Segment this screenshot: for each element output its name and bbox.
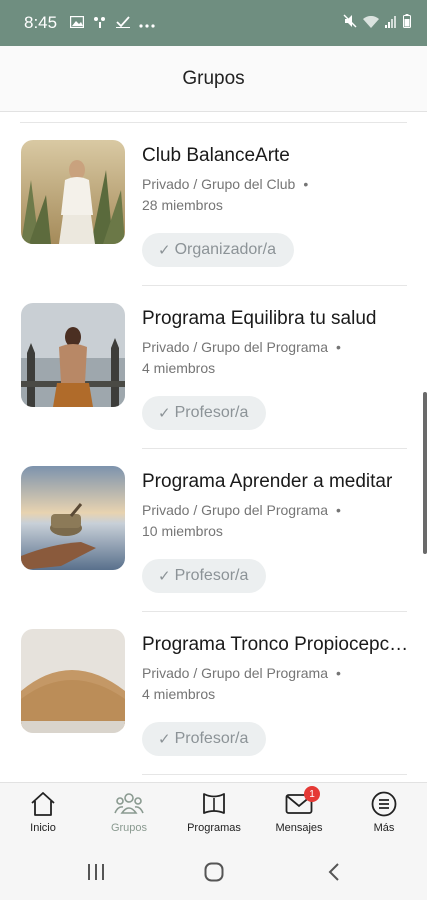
group-name[interactable]: Club BalanceArte (142, 145, 410, 167)
group-item[interactable]: Programa Tronco Propiocepción Privado / … (0, 612, 427, 775)
group-image (21, 629, 125, 733)
role-badge: ✓ Profesor/a (142, 559, 267, 593)
meta-separator: • (335, 339, 341, 355)
role-label: Profesor/a (174, 730, 249, 747)
group-privacy: Privado / Grupo del Programa (142, 665, 328, 681)
group-list[interactable]: Club BalanceArte Privado / Grupo del Clu… (0, 112, 427, 782)
network-icon (93, 13, 107, 33)
nav-label: Programas (187, 822, 241, 834)
group-privacy: Privado / Grupo del Programa (142, 339, 328, 355)
nav-label: Grupos (110, 822, 148, 834)
role-label: Profesor/a (174, 404, 249, 421)
group-meta: Privado / Grupo del Club • (142, 176, 308, 192)
more-icon (139, 13, 155, 33)
mail-icon: 1 (284, 786, 320, 818)
status-bar: 8:45 (0, 0, 427, 46)
group-meta: Privado / Grupo del Programa • (142, 665, 341, 681)
nav-item-mensajes[interactable]: 1 Mensajes (256, 783, 342, 845)
group-meta: Privado / Grupo del Programa • (142, 502, 341, 518)
menu-icon (369, 790, 399, 818)
nav-item-inicio[interactable]: Inicio (0, 783, 86, 845)
check-icon: ✓ (158, 731, 171, 748)
home-button[interactable] (194, 858, 234, 886)
group-name[interactable]: Programa Equilibra tu salud (142, 308, 410, 330)
group-image (21, 466, 125, 570)
meta-separator: • (335, 502, 341, 518)
notification-badge: 1 (304, 786, 320, 802)
nav-label: Mensajes (275, 822, 323, 834)
group-name[interactable]: Programa Tronco Propiocepción (142, 634, 410, 656)
signal-icon (385, 13, 397, 33)
group-members: 4 miembros (142, 686, 216, 702)
check-icon: ✓ (158, 568, 171, 585)
nav-item-mas[interactable]: Más (341, 783, 427, 845)
role-badge: ✓ Profesor/a (142, 396, 267, 430)
home-icon (28, 790, 58, 818)
app-header: Grupos (0, 46, 427, 112)
group-meta: Privado / Grupo del Programa • (142, 339, 341, 355)
group-image (21, 303, 125, 407)
nav-item-grupos[interactable]: Grupos (86, 783, 172, 845)
group-privacy: Privado / Grupo del Programa (142, 502, 328, 518)
role-label: Profesor/a (174, 567, 249, 584)
bottom-nav: Inicio Grupos Programas 1 Mensajes Más (0, 782, 427, 844)
battery-icon (403, 13, 411, 33)
group-privacy: Privado / Grupo del Club (142, 176, 296, 192)
back-button[interactable] (314, 858, 354, 886)
check-icon (116, 13, 131, 33)
nav-label: Inicio (30, 822, 56, 834)
wifi-icon (363, 13, 379, 33)
item-divider (142, 774, 407, 775)
check-icon: ✓ (158, 405, 171, 422)
group-item[interactable]: Programa Aprender a meditar Privado / Gr… (0, 449, 427, 612)
group-name[interactable]: Programa Aprender a meditar (142, 471, 410, 493)
role-badge: ✓ Organizador/a (142, 233, 294, 267)
scrollbar[interactable] (423, 392, 427, 554)
page-title: Grupos (182, 67, 245, 89)
check-icon: ✓ (158, 242, 171, 259)
recent-apps-button[interactable] (76, 858, 116, 886)
meta-separator: • (335, 665, 341, 681)
mute-icon (343, 13, 357, 33)
group-item[interactable]: Programa Equilibra tu salud Privado / Gr… (0, 286, 427, 449)
role-label: Organizador/a (174, 241, 276, 258)
role-badge: ✓ Profesor/a (142, 722, 267, 756)
group-members: 10 miembros (142, 523, 223, 539)
group-image (21, 140, 125, 244)
system-nav-bar (0, 844, 427, 900)
status-time: 8:45 (24, 13, 58, 32)
programs-icon (199, 790, 229, 818)
nav-item-programas[interactable]: Programas (171, 783, 257, 845)
group-members: 28 miembros (142, 197, 223, 213)
image-icon (69, 13, 85, 33)
group-item[interactable]: Club BalanceArte Privado / Grupo del Clu… (0, 123, 427, 286)
meta-separator: • (303, 176, 309, 192)
nav-label: Más (373, 822, 395, 834)
groups-icon (114, 790, 144, 818)
group-members: 4 miembros (142, 360, 216, 376)
